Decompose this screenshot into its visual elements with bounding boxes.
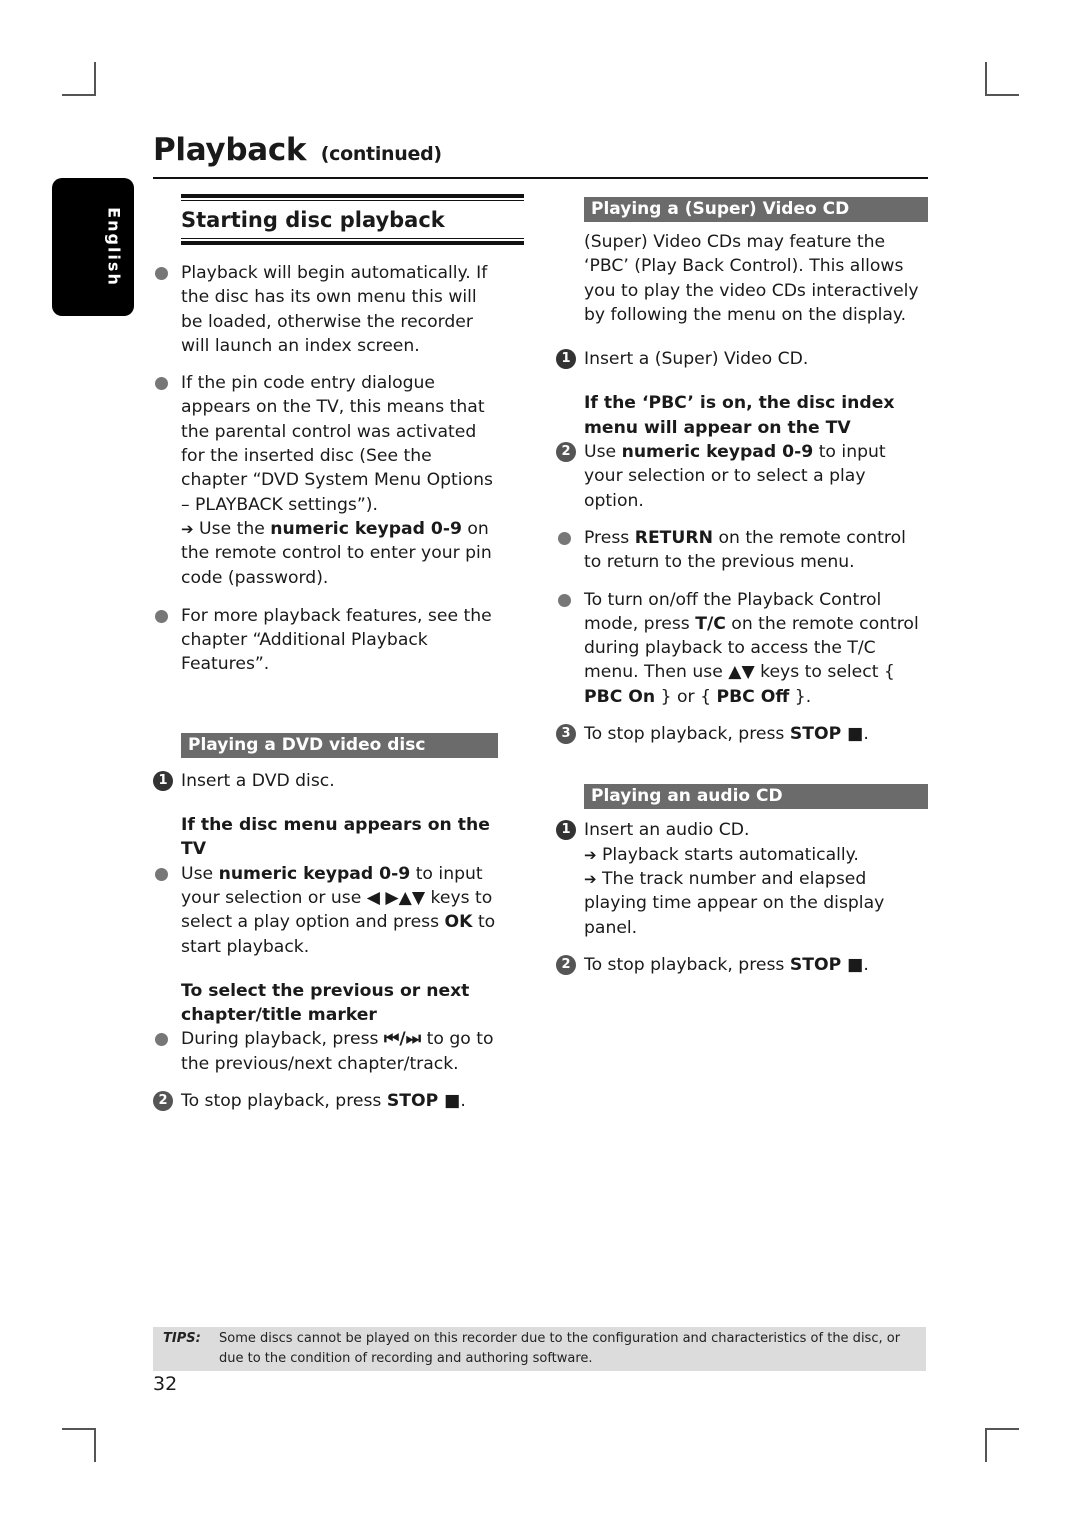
step-text: . bbox=[863, 724, 869, 745]
stop-key-label: STOP ■ bbox=[789, 724, 864, 745]
list-item: To turn on/off the Playback Control mode… bbox=[556, 588, 928, 709]
step-text: . bbox=[460, 1091, 466, 1112]
crop-mark-bottom-left bbox=[62, 1428, 96, 1462]
step-number-icon: 1 bbox=[556, 349, 576, 370]
step-number-icon: 3 bbox=[556, 724, 576, 745]
crop-mark-top-right bbox=[985, 62, 1019, 96]
left-column: Playback will begin automatically. If th… bbox=[153, 261, 498, 1113]
arrow-right-icon: ➔ bbox=[584, 869, 597, 888]
bullet-bold: PBC On bbox=[584, 686, 656, 707]
list-item: During playback, press ⏮/⏭ to go to the … bbox=[153, 1027, 498, 1076]
prev-next-icon: ⏮/⏭ bbox=[383, 1029, 422, 1050]
bullet-text: Use bbox=[181, 863, 219, 884]
bullet-icon bbox=[155, 1033, 168, 1047]
bullet-icon bbox=[155, 267, 168, 280]
tips-box: TIPS: Some discs cannot be played on thi… bbox=[153, 1327, 926, 1371]
step-bold: numeric keypad 0-9 bbox=[621, 442, 814, 463]
arrow-right-icon: ➔ bbox=[584, 845, 597, 864]
step-number-icon: 1 bbox=[153, 770, 173, 791]
step-item: 1 Insert an audio CD. ➔ Playback starts … bbox=[556, 818, 928, 939]
page-title-text: Playback bbox=[153, 132, 307, 168]
section-rule-top-thick bbox=[181, 194, 524, 198]
stop-key-label: STOP ■ bbox=[789, 954, 864, 975]
list-item: Press RETURN on the remote control to re… bbox=[556, 526, 928, 575]
crop-mark-top-left bbox=[62, 62, 96, 96]
step-item: 2 To stop playback, press STOP ■. bbox=[556, 953, 928, 977]
list-item: If the pin code entry dialogue appears o… bbox=[153, 371, 498, 590]
step-number-icon: 2 bbox=[153, 1091, 173, 1112]
subsection-heading-audio: Playing an audio CD bbox=[584, 784, 928, 810]
note-text: The track number and elapsed playing tim… bbox=[584, 868, 885, 938]
note-text: Playback starts automatically. bbox=[602, 844, 859, 865]
bullet-icon bbox=[558, 531, 571, 545]
step-item: 1 Insert a DVD disc. bbox=[153, 769, 498, 793]
step-text: To stop playback, press bbox=[584, 954, 790, 975]
bullet-bold: RETURN bbox=[634, 527, 713, 548]
step-text: Insert a (Super) Video CD. bbox=[584, 349, 809, 370]
step-item: 1 Insert a (Super) Video CD. bbox=[556, 347, 928, 371]
step-text: To stop playback, press bbox=[181, 1091, 387, 1112]
arrow-right-icon: ➔ bbox=[181, 519, 194, 538]
section-rule-bottom-thin bbox=[181, 238, 524, 239]
bullet-text: If the pin code entry dialogue appears o… bbox=[181, 373, 493, 515]
page-number: 32 bbox=[153, 1373, 178, 1395]
step-text: . bbox=[863, 954, 869, 975]
bullet-text: For more playback features, see the chap… bbox=[181, 605, 492, 675]
bullet-bold: T/C bbox=[695, 613, 726, 634]
note-text: Use the bbox=[199, 518, 271, 539]
subhead: To select the previous or next chapter/t… bbox=[181, 980, 470, 1026]
tips-text: Some discs cannot be played on this reco… bbox=[219, 1331, 901, 1366]
step-text: Use bbox=[584, 442, 622, 463]
section-rule-top-thin bbox=[181, 200, 524, 201]
step-item: 3 To stop playback, press STOP ■. bbox=[556, 722, 928, 746]
bullet-text: Press bbox=[584, 527, 635, 548]
bullet-text: Playback will begin automatically. If th… bbox=[181, 263, 488, 356]
intro-text: (Super) Video CDs may feature the ‘PBC’ … bbox=[584, 232, 919, 325]
stop-key-label: STOP ■ bbox=[386, 1091, 461, 1112]
page-title-suffix: (continued) bbox=[320, 143, 442, 165]
list-item: For more playback features, see the chap… bbox=[153, 604, 498, 677]
step-item: 2 Use numeric keypad 0-9 to input your s… bbox=[556, 440, 928, 513]
title-divider bbox=[153, 177, 928, 179]
bullet-icon bbox=[155, 377, 168, 391]
bullet-bold: OK bbox=[444, 912, 473, 933]
list-item: Playback will begin automatically. If th… bbox=[153, 261, 498, 358]
bullet-text: } or { bbox=[655, 686, 717, 707]
step-text: To stop playback, press bbox=[584, 724, 790, 745]
step-text: Insert a DVD disc. bbox=[181, 770, 335, 791]
bullet-icon bbox=[155, 867, 168, 881]
crop-mark-bottom-right bbox=[985, 1428, 1019, 1462]
step-number-icon: 1 bbox=[556, 820, 576, 841]
subsection-heading-vcd: Playing a (Super) Video CD bbox=[584, 197, 928, 222]
subhead: If the ‘PBC’ is on, the disc index menu … bbox=[584, 393, 895, 438]
section-header: Starting disc playback bbox=[181, 194, 524, 245]
tips-label: TIPS: bbox=[163, 1331, 201, 1346]
step-item: 2 To stop playback, press STOP ■. bbox=[153, 1089, 498, 1113]
section-title: Starting disc playback bbox=[181, 208, 445, 232]
bullet-bold: numeric keypad 0-9 bbox=[218, 863, 411, 884]
bullet-icon bbox=[558, 593, 571, 607]
step-text: Insert an audio CD. bbox=[584, 820, 750, 841]
note-bold: numeric keypad 0-9 bbox=[270, 518, 462, 539]
page-title: Playback (continued) bbox=[153, 132, 442, 168]
right-column: Playing a (Super) Video CD (Super) Video… bbox=[556, 197, 928, 977]
list-item: Use numeric keypad 0-9 to input your sel… bbox=[153, 862, 498, 959]
bullet-bold: PBC Off bbox=[716, 686, 790, 707]
section-rule-bottom-thick bbox=[181, 241, 524, 245]
bullet-text: }. bbox=[789, 686, 812, 707]
step-number-icon: 2 bbox=[556, 442, 576, 463]
bullet-text: During playback, press bbox=[181, 1029, 384, 1050]
subsection-heading-dvd: Playing a DVD video disc bbox=[181, 732, 498, 758]
language-tab-label: English bbox=[104, 207, 124, 287]
subhead: If the disc menu appears on the TV bbox=[181, 815, 490, 860]
step-number-icon: 2 bbox=[556, 954, 576, 975]
bullet-icon bbox=[155, 609, 168, 623]
